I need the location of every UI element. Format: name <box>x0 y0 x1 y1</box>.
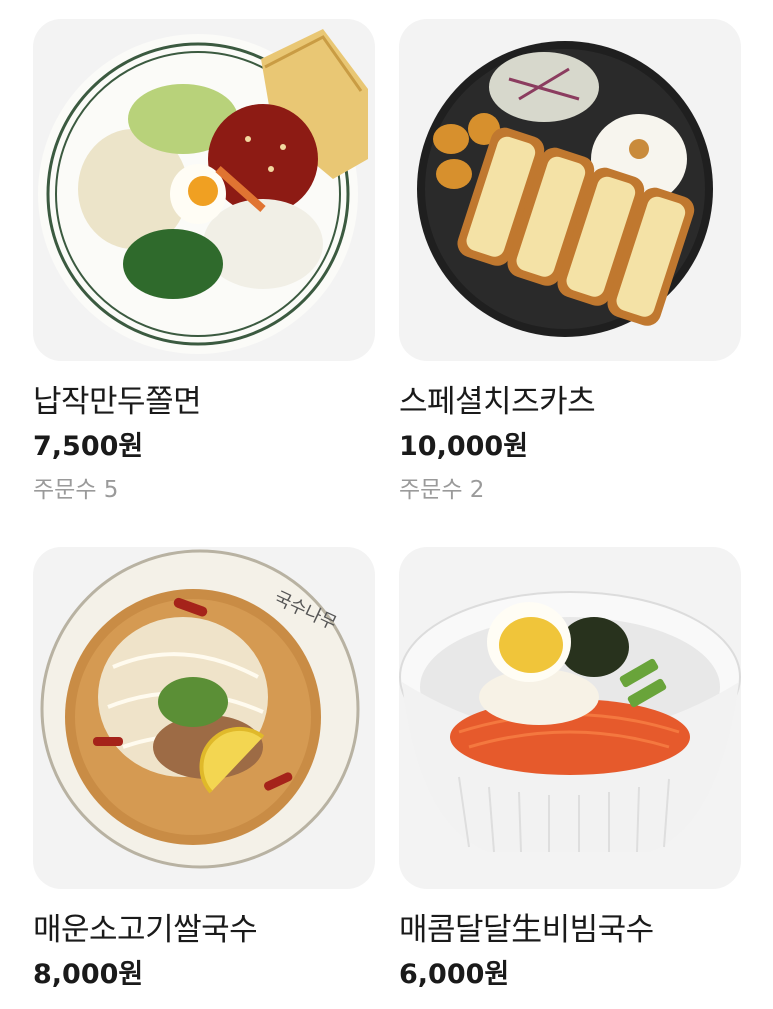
cheese-katsu-plate-image <box>417 41 713 337</box>
menu-item-card[interactable]: 매콤달달生비빔국수 6,000원 <box>399 547 741 1001</box>
menu-item-order-count: 주문수 2 <box>399 477 485 503</box>
menu-item-thumbnail[interactable] <box>399 547 741 889</box>
menu-item-price: 10,000원 <box>399 431 529 462</box>
menu-item-name: 매콤달달生비빔국수 <box>399 912 654 948</box>
bibim-guksu-bowl-image <box>399 591 741 853</box>
menu-item-price: 6,000원 <box>399 959 510 990</box>
menu-item-card[interactable]: 국수나무 매운소고기쌀국수 8,000원 <box>33 547 375 1001</box>
menu-item-order-count: 주문수 5 <box>33 477 119 503</box>
menu-item-price: 8,000원 <box>33 959 144 990</box>
jjolmyeon-plate-image <box>38 29 368 354</box>
menu-item-name: 매운소고기쌀국수 <box>33 912 258 948</box>
menu-item-card[interactable]: 납작만두쫄면 7,500원 주문수 5 <box>33 19 375 507</box>
menu-item-name: 스페셜치즈카츠 <box>399 384 596 420</box>
menu-item-price: 7,500원 <box>33 431 144 462</box>
menu-item-thumbnail[interactable]: 국수나무 <box>33 547 375 889</box>
menu-item-card[interactable]: 스페셜치즈카츠 10,000원 주문수 2 <box>399 19 741 507</box>
menu-item-name: 납작만두쫄면 <box>33 384 202 420</box>
menu-grid: 납작만두쫄면 7,500원 주문수 5 스페셜치즈카츠 10,000원 주문수 … <box>0 0 773 1009</box>
spicy-beef-rice-noodle-image: 국수나무 <box>40 549 360 869</box>
menu-item-thumbnail[interactable] <box>33 19 375 361</box>
menu-item-thumbnail[interactable] <box>399 19 741 361</box>
